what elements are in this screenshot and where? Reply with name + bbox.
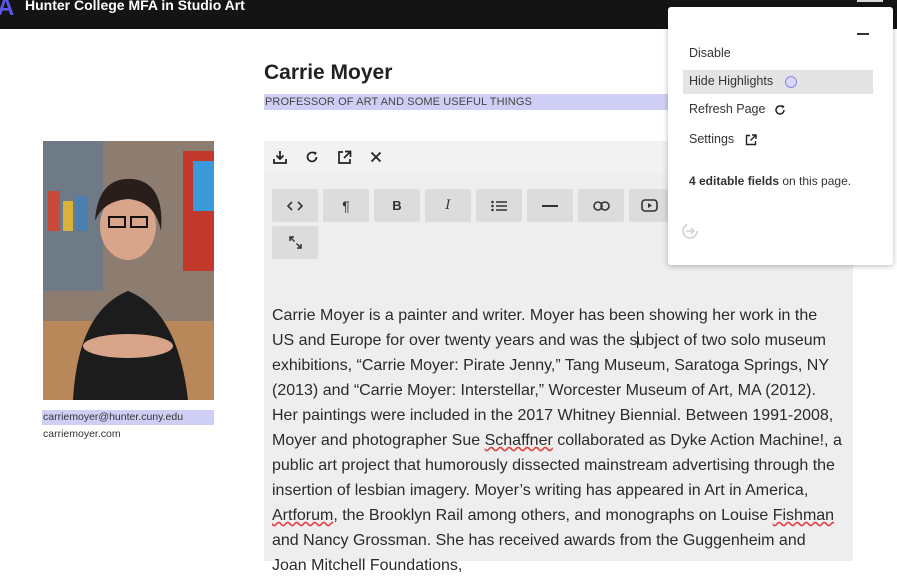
- minimize-icon[interactable]: [857, 33, 869, 35]
- fullscreen-button[interactable]: [272, 226, 318, 259]
- profile-role[interactable]: PROFESSOR OF ART AND SOME USEFUL THINGS: [264, 94, 684, 110]
- refresh-icon[interactable]: [304, 149, 320, 165]
- highlight-toggle-icon[interactable]: [785, 76, 797, 88]
- site-title[interactable]: Hunter College MFA in Studio Art: [25, 0, 245, 13]
- hide-highlights-button[interactable]: Hide Highlights: [689, 74, 773, 88]
- disable-button[interactable]: Disable: [689, 46, 731, 60]
- paragraph-icon: ¶: [342, 197, 350, 214]
- code-view-button[interactable]: [272, 189, 318, 222]
- bold-button[interactable]: B: [374, 189, 420, 222]
- refresh-page-button[interactable]: Refresh Page: [689, 102, 765, 116]
- site-logo[interactable]: A: [0, 0, 14, 22]
- link-button[interactable]: [578, 189, 624, 222]
- email-link[interactable]: carriemoyer@hunter.cuny.edu: [42, 410, 214, 425]
- extension-popup: Disable Hide Highlights Refresh Page Set…: [668, 7, 893, 265]
- menu-icon[interactable]: [857, 0, 883, 6]
- refresh-icon: [775, 104, 785, 115]
- open-external-icon[interactable]: [336, 149, 352, 165]
- paragraph-button[interactable]: ¶: [323, 189, 369, 222]
- video-button[interactable]: [629, 189, 669, 222]
- profile-name[interactable]: Carrie Moyer: [264, 61, 392, 85]
- bulleted-list-button[interactable]: [476, 189, 522, 222]
- download-icon[interactable]: [272, 149, 288, 165]
- bold-icon: B: [392, 198, 402, 213]
- website-link[interactable]: carriemoyer.com: [43, 428, 121, 440]
- profile-photo: [43, 141, 214, 400]
- loading-spinner-icon: [682, 223, 698, 239]
- horizontal-rule-button[interactable]: [527, 189, 573, 222]
- editable-fields-count: 4 editable fields on this page.: [689, 174, 852, 188]
- page-edge: [893, 29, 897, 547]
- external-link-icon: [745, 134, 757, 146]
- italic-button[interactable]: I: [425, 189, 471, 222]
- close-icon[interactable]: [368, 149, 384, 165]
- settings-button[interactable]: Settings: [689, 132, 734, 146]
- italic-icon: I: [445, 198, 451, 213]
- bio-text[interactable]: Carrie Moyer is a painter and writer. Mo…: [272, 303, 842, 578]
